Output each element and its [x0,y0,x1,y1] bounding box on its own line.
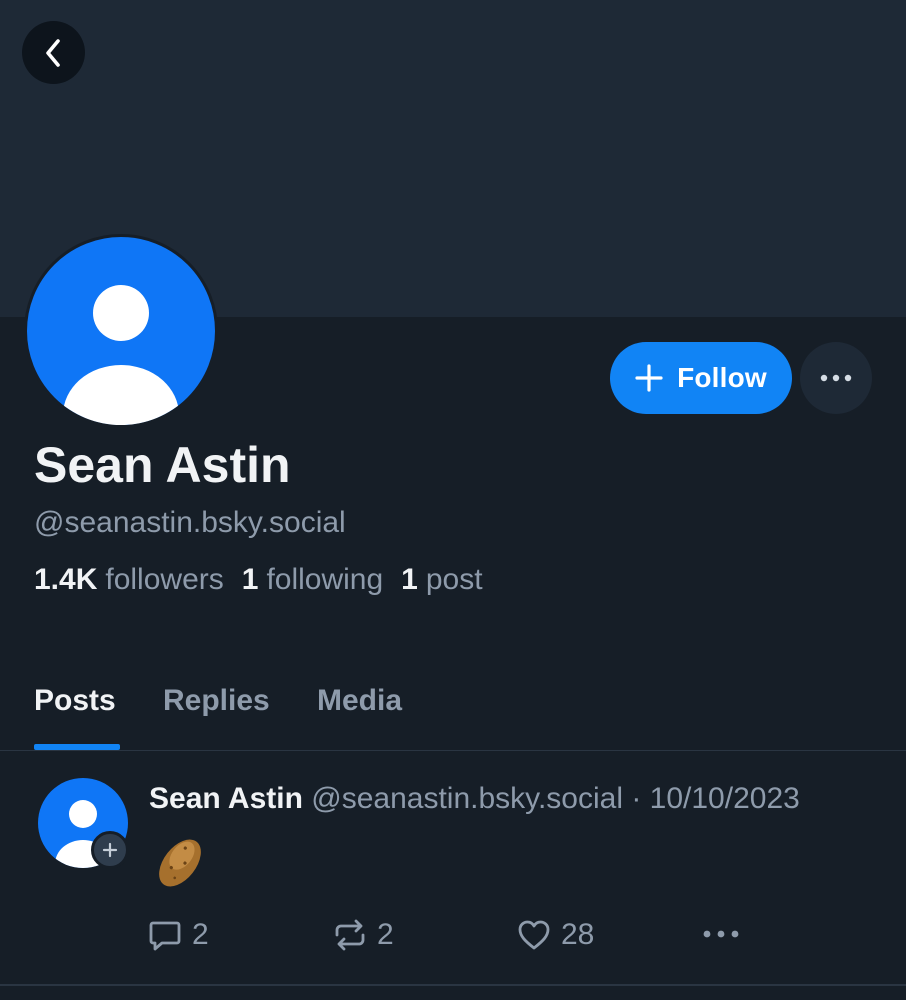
profile-more-button[interactable] [800,342,872,414]
ellipsis-icon [820,374,852,382]
back-button[interactable] [22,21,85,84]
heart-icon [518,920,550,950]
ellipsis-icon [703,930,739,938]
active-tab-indicator [34,744,120,750]
profile-page: Follow Sean Astin @seanastin.bsky.social… [0,0,906,1000]
follow-button-label: Follow [677,362,767,393]
repost-count: 2 [377,918,394,951]
followers-label: followers [105,563,224,596]
tab-posts[interactable]: Posts [34,684,116,718]
chevron-left-icon [45,38,60,67]
repost-button[interactable]: 2 [333,918,394,952]
potato-icon [159,839,201,887]
reply-icon [149,921,181,951]
profile-tabs: Posts Replies Media [0,680,906,751]
plus-icon [635,364,663,392]
profile-handle: @seanastin.bsky.social [34,506,346,539]
following-stat[interactable]: 1 following [242,563,383,597]
follow-button[interactable]: Follow [610,342,792,414]
followers-count: 1.4K [34,563,98,596]
follow-author-badge[interactable] [91,831,129,869]
posts-count: 1 [401,563,418,596]
reply-button[interactable]: 2 [148,918,209,952]
followers-stat[interactable]: 1.4K followers [34,563,224,597]
reply-count: 2 [192,918,209,951]
post-header: Sean Astin @seanastin.bsky.social · 10/1… [149,782,800,816]
repost-icon [335,919,365,951]
tab-replies[interactable]: Replies [163,684,270,718]
plus-icon [102,842,118,858]
following-label: following [266,563,384,596]
tab-media[interactable]: Media [317,684,402,718]
like-count: 28 [561,918,595,951]
profile-display-name: Sean Astin [34,437,291,493]
post-body [149,832,211,894]
post-meta-separator: · [623,782,650,815]
post-author-name[interactable]: Sean Astin [149,782,303,815]
feed-post[interactable]: Sean Astin @seanastin.bsky.social · 10/1… [0,752,906,986]
posts-label: post [425,563,483,596]
default-avatar-icon [63,285,179,425]
post-date[interactable]: 10/10/2023 [650,782,800,815]
post-author-handle[interactable]: @seanastin.bsky.social [311,782,623,815]
posts-stat: 1 post [401,563,482,597]
profile-stats: 1.4K followers 1 following 1 post [34,563,483,597]
profile-avatar[interactable] [24,234,218,428]
post-more-button[interactable] [703,930,739,938]
post-actions: 2 2 28 [0,912,906,962]
like-button[interactable]: 28 [517,918,594,952]
following-count: 1 [241,563,259,596]
